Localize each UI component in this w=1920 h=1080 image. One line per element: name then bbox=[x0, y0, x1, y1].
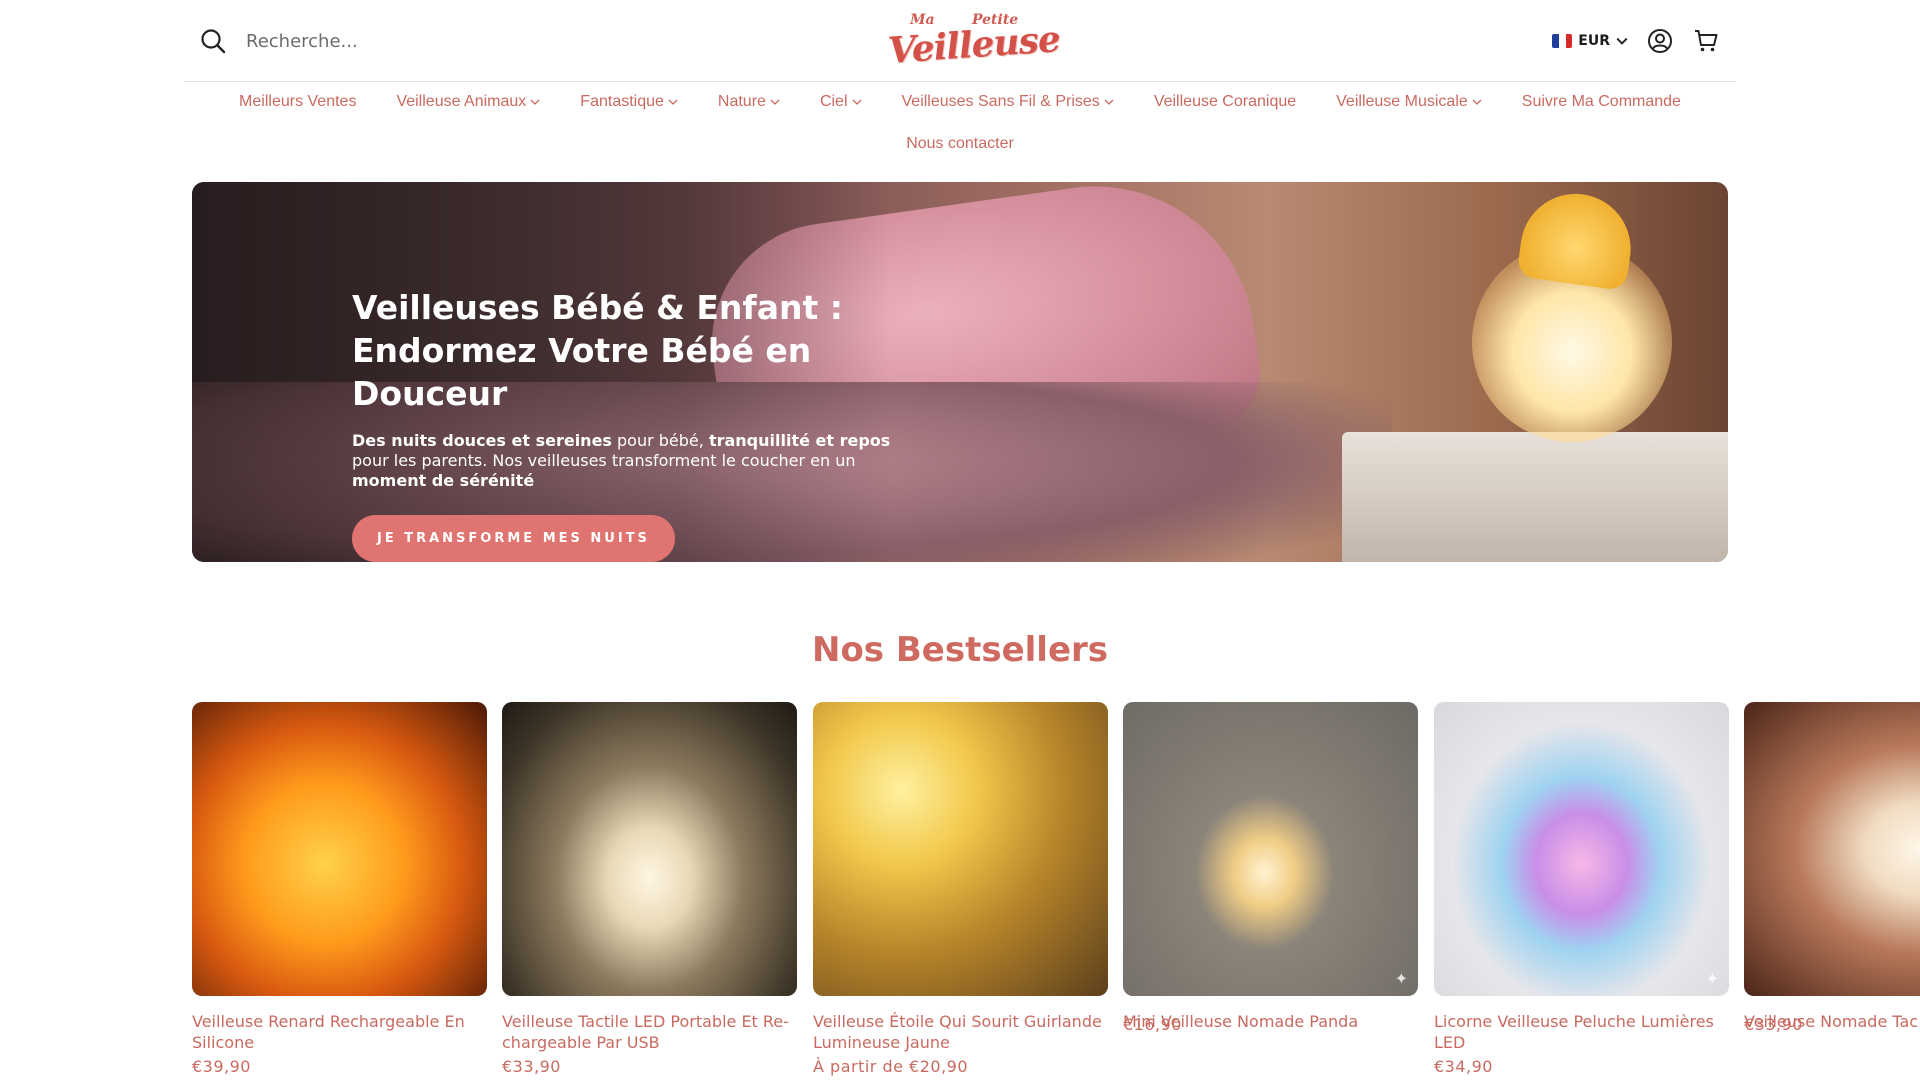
nav-label: Ciel bbox=[819, 93, 848, 110]
product-title[interactable]: Veilleuse Renard Rechargeable En Silicone bbox=[192, 1011, 487, 1053]
header-divider bbox=[184, 81, 1736, 82]
nav-item-veilleuse-animaux[interactable]: Veilleuse Animaux bbox=[376, 88, 560, 116]
logo-text-ma: Ma bbox=[910, 12, 935, 28]
product-title-line1: Veilleuse Renard Rechargeable En bbox=[192, 1012, 465, 1031]
nav-label: Meilleurs Ventes bbox=[239, 93, 357, 110]
hero-content: Veilleuses Bébé & Enfant : Endormez Votr… bbox=[352, 286, 912, 562]
nav-item-nous-contacter[interactable]: Nous contacter bbox=[886, 130, 1034, 158]
product-image-panda[interactable]: ✦ bbox=[1123, 702, 1418, 996]
nav-item-sans-fil-prises[interactable]: Veilleuses Sans Fil & Prises bbox=[882, 88, 1134, 116]
currency-label: EUR bbox=[1578, 33, 1610, 49]
product-price: €34,90 bbox=[1434, 1057, 1493, 1076]
cart-icon[interactable] bbox=[1692, 27, 1720, 55]
product-image-star-garland[interactable] bbox=[813, 702, 1108, 996]
chevron-down-icon bbox=[1472, 99, 1482, 105]
chevron-down-icon bbox=[770, 99, 780, 105]
product-image-nomad-lamp[interactable] bbox=[1744, 702, 1920, 996]
hero-desc-bold-3: moment de sérénité bbox=[352, 471, 535, 490]
hero-title-line1: Veilleuses Bébé & Enfant : bbox=[352, 288, 843, 327]
hero-desc-text-2: pour les parents. Nos veilleuses transfo… bbox=[352, 451, 856, 470]
nav-label: Veilleuse Animaux bbox=[396, 93, 527, 110]
hero-banner: Veilleuses Bébé & Enfant : Endormez Votr… bbox=[192, 182, 1728, 562]
currency-selector[interactable]: EUR bbox=[1552, 33, 1628, 49]
nav-label: Fantastique bbox=[580, 93, 664, 110]
product-title[interactable]: Veilleuse Étoile Qui Sourit Guirlande Lum… bbox=[813, 1011, 1108, 1053]
hero-title: Veilleuses Bébé & Enfant : Endormez Votr… bbox=[352, 286, 912, 415]
bestsellers-title: Nos Bestsellers bbox=[811, 630, 1109, 670]
hero-cta-button[interactable]: JE TRANSFORME MES NUITS bbox=[352, 515, 675, 562]
product-title-line2: LED bbox=[1434, 1033, 1466, 1052]
sparkle-icon: ✦ bbox=[1705, 969, 1719, 988]
hero-description: Des nuits douces et sereines pour bébé, … bbox=[352, 431, 912, 491]
hero-desc-bold-1: Des nuits douces et sereines bbox=[352, 431, 612, 450]
search-icon[interactable] bbox=[200, 28, 226, 54]
product-title[interactable]: Veilleuse Tactile LED Portable Et Re-cha… bbox=[502, 1011, 797, 1053]
hero-desc-bold-2: tranquillité et repos bbox=[708, 431, 891, 450]
chevron-down-icon bbox=[852, 99, 861, 105]
nav-label: Veilleuse Musicale bbox=[1336, 93, 1468, 110]
nav-label: Nous contacter bbox=[906, 135, 1014, 152]
product-title-line1: Veilleuse Tactile LED Portable Et Re- bbox=[502, 1012, 789, 1031]
main-nav: Meilleurs Ventes Veilleuse Animaux Fanta… bbox=[184, 88, 1736, 158]
site-logo[interactable]: Ma Petite Veilleuse bbox=[880, 10, 1061, 72]
search-bar[interactable]: Recherche... bbox=[200, 28, 358, 54]
product-title[interactable]: Licorne Veilleuse Peluche Lumières LED bbox=[1434, 1011, 1729, 1053]
product-carousel: Veilleuse Renard Rechargeable En Silicone… bbox=[192, 702, 1920, 1080]
chevron-down-icon bbox=[1104, 99, 1114, 105]
nav-item-veilleuse-musicale[interactable]: Veilleuse Musicale bbox=[1316, 88, 1502, 116]
chevron-down-icon bbox=[668, 99, 678, 105]
product-card[interactable]: ✦ Mini Veilleuse Nomade Panda €16,90 bbox=[1123, 702, 1418, 1034]
product-card[interactable]: Veilleuse Nomade Tac €33,90 bbox=[1744, 702, 1920, 1034]
product-image-fox[interactable] bbox=[192, 702, 487, 996]
nav-item-fantastique[interactable]: Fantastique bbox=[560, 88, 698, 116]
product-card[interactable]: Veilleuse Étoile Qui Sourit Guirlande Lum… bbox=[813, 702, 1108, 1076]
product-card[interactable]: ✦ Licorne Veilleuse Peluche Lumières LED … bbox=[1434, 702, 1729, 1076]
sparkle-icon: ✦ bbox=[1394, 969, 1408, 988]
product-title-line1: Veilleuse Étoile Qui Sourit Guirlande bbox=[813, 1012, 1102, 1031]
product-title-line2: Lumineuse Jaune bbox=[813, 1033, 950, 1052]
header-actions: EUR bbox=[1552, 27, 1720, 55]
nav-label: Nature bbox=[717, 93, 766, 110]
flag-fr-icon bbox=[1552, 34, 1573, 48]
hero-nightstand-shape bbox=[1342, 432, 1728, 562]
product-title-line1: Licorne Veilleuse Peluche Lumières bbox=[1434, 1012, 1714, 1031]
product-title-line2: Silicone bbox=[192, 1033, 255, 1052]
nav-item-ciel[interactable]: Ciel bbox=[800, 88, 882, 116]
product-image-unicorn[interactable]: ✦ bbox=[1434, 702, 1729, 996]
site-header: Recherche... Ma Petite Veilleuse EUR bbox=[0, 0, 1920, 82]
hero-desc-text-1: pour bébé, bbox=[611, 431, 709, 450]
product-price: €33,90 bbox=[502, 1057, 561, 1076]
chevron-down-icon bbox=[1616, 37, 1628, 45]
account-icon[interactable] bbox=[1646, 27, 1674, 55]
nav-item-nature[interactable]: Nature bbox=[698, 88, 800, 116]
nav-item-veilleuse-coranique[interactable]: Veilleuse Coranique bbox=[1134, 88, 1316, 116]
search-input[interactable]: Recherche... bbox=[246, 31, 358, 52]
nav-item-suivre-commande[interactable]: Suivre Ma Commande bbox=[1502, 88, 1701, 116]
nav-item-meilleurs-ventes[interactable]: Meilleurs Ventes bbox=[219, 88, 376, 116]
product-price: À partir de €20,90 bbox=[813, 1057, 969, 1076]
chevron-down-icon bbox=[530, 99, 540, 105]
product-price: €39,90 bbox=[192, 1057, 251, 1076]
product-card[interactable]: Veilleuse Renard Rechargeable En Silicone… bbox=[192, 702, 487, 1076]
product-image-lantern[interactable] bbox=[502, 702, 797, 996]
nav-label: Suivre Ma Commande bbox=[1521, 93, 1681, 110]
nav-label: Veilleuses Sans Fil & Prises bbox=[901, 93, 1100, 110]
product-title-line2: chargeable Par USB bbox=[502, 1033, 660, 1052]
hero-title-line2: Endormez Votre Bébé en Douceur bbox=[352, 331, 812, 413]
product-card[interactable]: Veilleuse Tactile LED Portable Et Re-cha… bbox=[502, 702, 797, 1076]
nav-label: Veilleuse Coranique bbox=[1153, 93, 1297, 110]
hero-star-lamp-cap bbox=[1516, 186, 1638, 292]
